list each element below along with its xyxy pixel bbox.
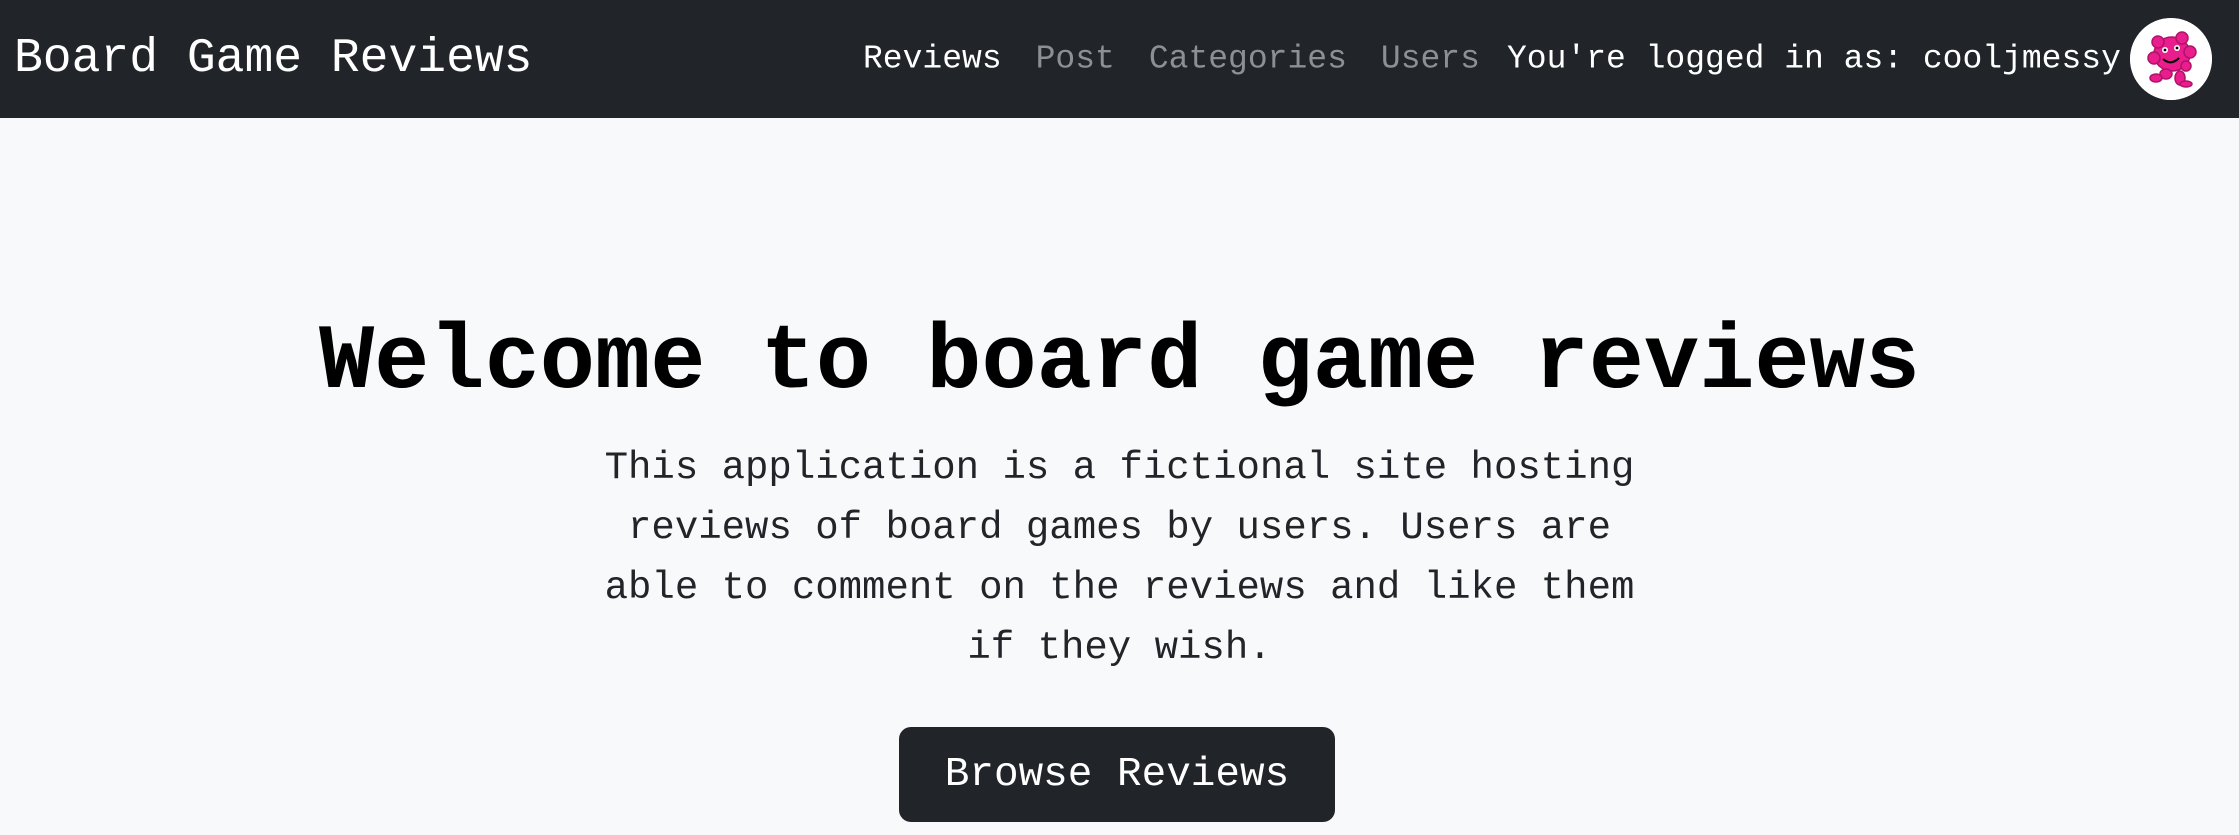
brand-title[interactable]: Board Game Reviews (14, 32, 532, 86)
user-avatar-pink-monster-icon (2130, 18, 2212, 100)
hero-description: This application is a fictional site hos… (604, 446, 1635, 670)
nav-link-users[interactable]: Users (1381, 41, 1480, 78)
user-avatar[interactable] (2130, 18, 2212, 100)
nav-links: Reviews Post Categories Users (863, 41, 1514, 78)
nav-link-reviews[interactable]: Reviews (863, 41, 1002, 78)
top-navbar: Board Game Reviews Reviews Post Categori… (0, 0, 2239, 118)
logged-in-status: You're logged in as: cooljmessy (1507, 40, 2121, 78)
nav-link-post[interactable]: Post (1036, 41, 1115, 78)
page-title: Welcome to board game reviews (318, 310, 1921, 415)
nav-link-categories[interactable]: Categories (1149, 41, 1347, 78)
browse-reviews-button[interactable]: Browse Reviews (899, 727, 1335, 822)
